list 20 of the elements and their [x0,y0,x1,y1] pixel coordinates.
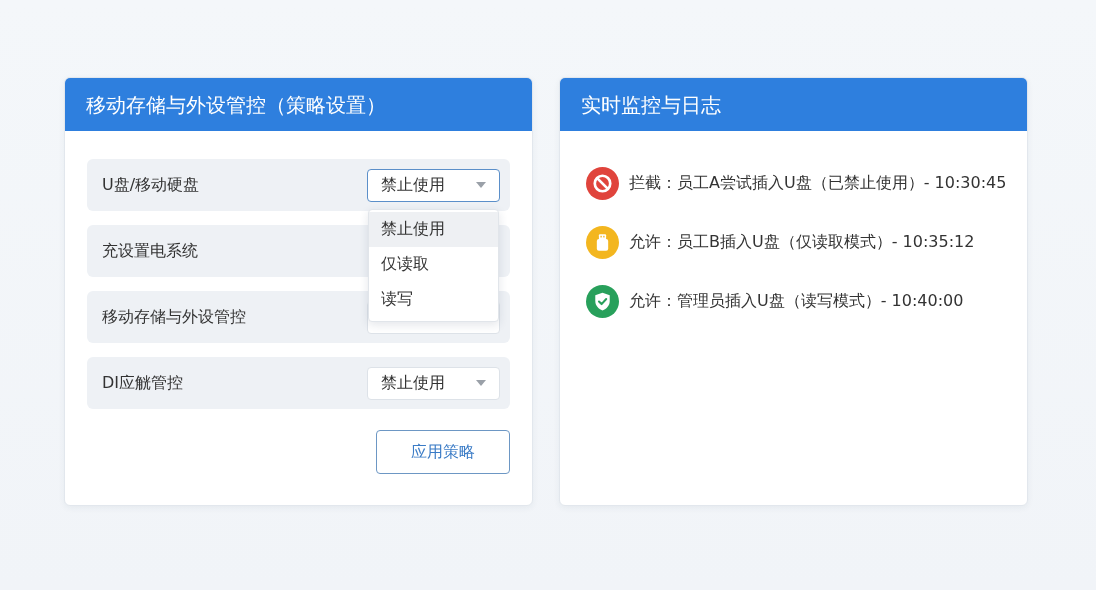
dropdown-option[interactable]: 读写 [369,281,498,317]
select-field[interactable]: 禁止使用 [367,366,500,400]
setting-label: U盘/移动硬盘 [102,174,200,196]
setting-label: 移动存储与外设管控 [102,306,246,328]
usb-drive-icon [586,226,619,259]
log-entry-text: 允许：员工B插入U盘（仅读取模式）- 10:35:12 [629,232,975,253]
panel-title: 实时监控与日志 [581,92,721,117]
shield-check-icon [586,285,619,318]
dropdown-option[interactable]: 仅读取 [369,246,498,282]
log-entry-text: 允许：管理员插入U盘（读写模式）- 10:40:00 [629,291,964,312]
log-entry-text: 拦截：员工A尝试插入U盘（已禁止使用）- 10:30:45 [629,173,1007,194]
ban-icon [586,167,619,200]
apply-policy-button[interactable]: 应用策略 [376,430,510,474]
select-field[interactable]: 禁止使用 [367,168,500,202]
caret-icon [476,380,486,386]
caret-icon [476,182,486,188]
panel-title: 移动存储与外设管控（策略设置） [86,92,386,117]
dropdown-option[interactable]: 禁止使用 [369,211,498,247]
setting-label: DI应觥管控 [102,372,184,394]
setting-label: 充设置电系统 [102,240,198,262]
